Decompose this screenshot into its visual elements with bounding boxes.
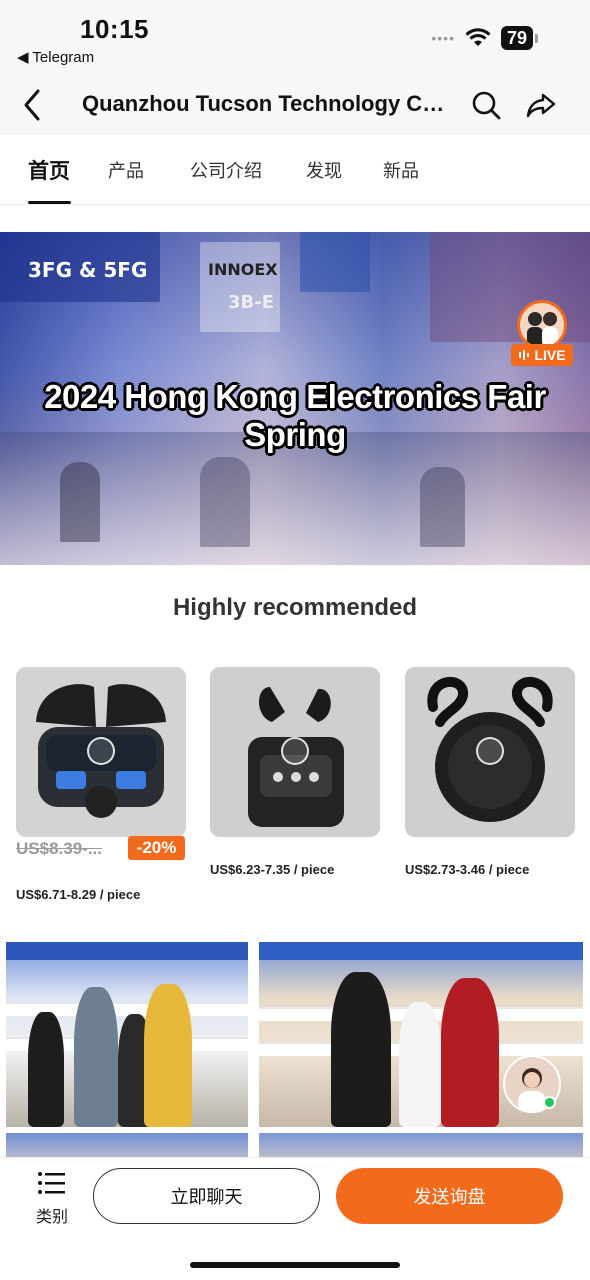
discount-badge: -20% <box>128 836 185 860</box>
live-host-avatar[interactable] <box>517 300 567 350</box>
original-price: US$8.39-... <box>16 839 102 858</box>
rotate-360-icon <box>281 737 309 765</box>
chat-now-button[interactable]: 立即聊天 <box>93 1168 320 1224</box>
photo-detail <box>74 987 118 1127</box>
back-arrow-icon[interactable] <box>14 85 54 125</box>
fair-video-banner[interactable]: 3FG & 5FG INNOEX 3B-E 2024 Hong Kong Ele… <box>0 232 590 565</box>
photo-detail <box>259 942 583 960</box>
status-bar: 10:15 ◀ Telegram •••• 79 <box>0 0 590 75</box>
home-indicator[interactable] <box>190 1262 400 1268</box>
tab-home[interactable]: 首页 <box>28 155 70 185</box>
list-menu-icon <box>38 1172 65 1194</box>
product-price: US$2.73-3.46 / piece <box>405 862 530 877</box>
share-icon[interactable] <box>523 87 559 123</box>
product-image <box>405 667 575 837</box>
store-title: Quanzhou Tucson Technology Co... <box>82 91 452 116</box>
search-icon[interactable] <box>468 87 504 123</box>
photo-detail <box>28 1012 64 1127</box>
banner-sign-brand: INNOEX <box>208 260 278 279</box>
battery-icon <box>535 33 538 43</box>
host-people-icon <box>527 312 558 347</box>
banner-backdrop <box>200 242 280 332</box>
product-price: US$6.71-8.29 / piece <box>16 887 141 902</box>
live-label: LIVE <box>534 347 566 363</box>
tab-discover[interactable]: 发现 <box>306 157 342 183</box>
banner-crowd <box>420 467 465 547</box>
product-image <box>210 667 380 837</box>
battery-level: 79 <box>500 26 533 50</box>
send-inquiry-button[interactable]: 发送询盘 <box>336 1168 563 1224</box>
photo-detail <box>441 978 499 1127</box>
store-tabs: 首页 产品 公司介绍 发现 新品 <box>0 135 590 205</box>
section-title: Highly recommended <box>172 594 418 621</box>
banner-backdrop <box>300 232 370 292</box>
back-to-telegram-link[interactable]: ◀ Telegram <box>17 48 94 66</box>
tab-new-products[interactable]: 新品 <box>383 157 419 183</box>
product-card[interactable] <box>405 667 575 837</box>
live-badge[interactable]: LIVE <box>511 344 573 366</box>
banner-crowd <box>60 462 100 542</box>
rotate-360-icon <box>87 737 115 765</box>
product-image <box>16 667 186 837</box>
booth-photo[interactable] <box>6 942 248 1127</box>
product-card[interactable] <box>16 667 186 837</box>
status-indicators: •••• 79 <box>431 26 538 50</box>
live-bars-icon <box>519 350 530 360</box>
photo-detail <box>399 1002 441 1127</box>
categories-button[interactable]: 类别 <box>28 1170 76 1227</box>
store-page: 10:15 ◀ Telegram •••• 79 Quanzhou Tucson… <box>0 0 590 1280</box>
product-card[interactable] <box>210 667 380 837</box>
banner-sign-hall: 3B-E <box>228 292 275 313</box>
photo-detail <box>144 984 192 1127</box>
wifi-icon <box>465 28 491 46</box>
tab-company-profile[interactable]: 公司介绍 <box>190 157 262 183</box>
categories-label: 类别 <box>35 1209 68 1226</box>
cellular-signal-icon: •••• <box>431 30 455 46</box>
status-time: 10:15 <box>80 14 149 44</box>
product-price: US$6.23-7.35 / piece <box>210 862 335 877</box>
active-tab-indicator <box>28 201 71 204</box>
banner-title: 2024 Hong Kong Electronics Fair Spring <box>44 378 546 453</box>
store-header: Quanzhou Tucson Technology Co... <box>0 75 590 135</box>
photo-detail <box>331 972 391 1127</box>
tab-products[interactable]: 产品 <box>108 157 144 183</box>
rotate-360-icon <box>476 737 504 765</box>
photo-detail <box>6 942 248 960</box>
online-status-dot <box>543 1096 556 1109</box>
banner-sign-left: 3FG & 5FG <box>28 258 148 282</box>
banner-crowd <box>200 457 250 547</box>
